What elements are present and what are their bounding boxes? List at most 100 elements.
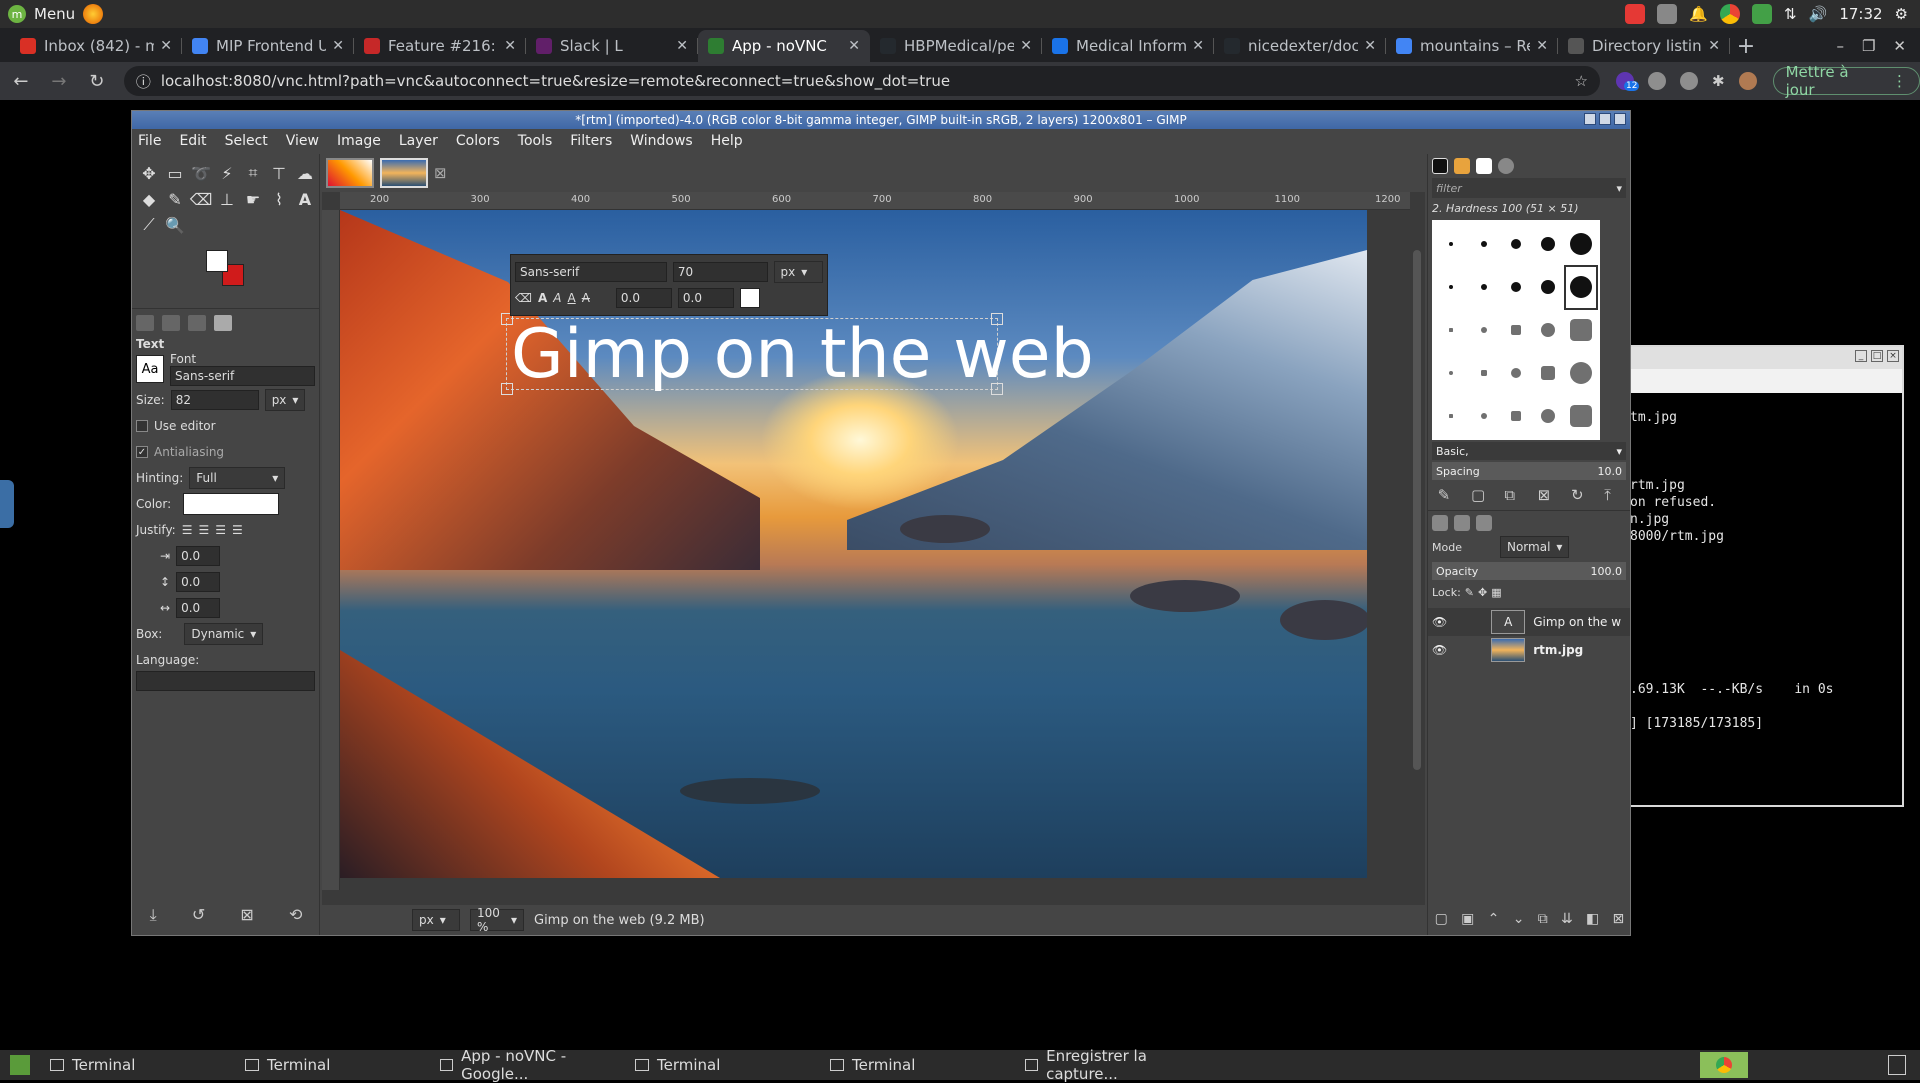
menu-layer[interactable]: Layer (399, 133, 438, 149)
restore-preset-icon[interactable]: ↺ (192, 905, 205, 925)
image-tab-thumbnail[interactable] (326, 158, 374, 188)
channels-tab-icon[interactable] (1454, 514, 1470, 531)
mask-layer-icon[interactable]: ◧ (1586, 911, 1599, 927)
foreground-color-swatch[interactable] (206, 250, 228, 272)
zoom-icon[interactable]: 🔍 (162, 212, 188, 238)
brush-swatch[interactable] (1533, 224, 1563, 265)
terminal-window[interactable]: _ □ × tm.jpg rtm.jpg on refused. n.jpg 8… (1628, 345, 1904, 807)
menu-edit[interactable]: Edit (179, 133, 206, 149)
taskbar-item[interactable]: Terminal (235, 1047, 430, 1083)
paths-tab-icon[interactable] (1476, 514, 1492, 531)
brush-swatch[interactable] (1436, 267, 1466, 308)
minimize-icon[interactable]: – (1836, 37, 1844, 55)
brush-swatch[interactable] (1566, 395, 1596, 436)
open-as-image-icon[interactable]: ⤒ (1604, 486, 1620, 504)
vertical-scrollbar[interactable] (1411, 210, 1423, 890)
opacity-slider[interactable]: Opacity 100.0 (1432, 562, 1626, 580)
zoom-select[interactable]: 100 % ▾ (470, 906, 524, 934)
lasso-icon[interactable]: ➰ (188, 160, 214, 186)
menu-tools[interactable]: Tools (518, 133, 553, 149)
browser-tab[interactable]: MIP Frontend U ✕ (182, 30, 354, 62)
browser-tab[interactable]: Medical Informa ✕ (1042, 30, 1214, 62)
show-desktop-icon[interactable] (10, 1055, 30, 1075)
tab-close-icon[interactable]: ✕ (1020, 38, 1032, 54)
visibility-eye-icon[interactable]: 👁 (1432, 615, 1447, 629)
brush-swatch[interactable] (1566, 310, 1596, 351)
brush-swatch[interactable] (1501, 395, 1531, 436)
tab-close-icon[interactable]: ✕ (504, 38, 516, 54)
horizontal-scrollbar[interactable] (340, 893, 1400, 903)
brush-swatch[interactable] (1533, 395, 1563, 436)
baseline-input[interactable]: 0.0 (615, 288, 672, 308)
browser-tab[interactable]: Feature #216: C ✕ (354, 30, 526, 62)
delete-preset-icon[interactable]: ⊠ (240, 905, 253, 925)
trash-icon[interactable] (1888, 1055, 1906, 1075)
brush-swatch[interactable] (1436, 224, 1466, 265)
system-menu-button[interactable]: m Menu (0, 4, 104, 24)
style-font-input[interactable]: Sans-serif (515, 262, 667, 282)
rect-select-icon[interactable]: ▭ (162, 160, 188, 186)
maximize-icon[interactable]: □ (1871, 350, 1883, 362)
brush-swatch[interactable] (1468, 267, 1498, 308)
clone-icon[interactable]: ⊥ (214, 186, 240, 212)
brush-swatch[interactable] (1566, 352, 1596, 393)
raise-layer-icon[interactable]: ⌃ (1488, 911, 1500, 927)
device-status-tab-icon[interactable] (162, 315, 180, 331)
brush-swatch[interactable] (1436, 395, 1466, 436)
vertical-ruler[interactable] (322, 210, 340, 890)
terminal-titlebar[interactable]: _ □ × (1630, 347, 1902, 369)
reload-icon[interactable]: ↻ (86, 71, 108, 92)
paths-icon[interactable]: ⌇ (266, 186, 292, 212)
line-spacing-input[interactable]: 0.0 (176, 572, 221, 592)
minimize-icon[interactable]: _ (1855, 350, 1867, 362)
brush-swatch[interactable] (1468, 310, 1498, 351)
volume-icon[interactable]: 🔊 (1809, 5, 1828, 23)
paintbrush-icon[interactable]: ✎ (162, 186, 188, 212)
text-tool-icon[interactable]: A (292, 186, 318, 212)
tab-close-icon[interactable]: ✕ (676, 38, 688, 54)
color-picker-icon[interactable]: ⟋ (136, 212, 162, 238)
maximize-icon[interactable] (1599, 113, 1611, 125)
layer-row[interactable]: 👁 rtm.jpg (1428, 636, 1630, 664)
menu-file[interactable]: File (138, 133, 161, 149)
update-button[interactable]: Mettre à jour ⋮ (1772, 63, 1920, 99)
camera-icon[interactable] (1647, 72, 1666, 90)
duplicate-brush-icon[interactable]: ⧉ (1504, 486, 1520, 504)
chrome-tray-icon[interactable] (1720, 4, 1741, 24)
smudge-icon[interactable]: ☛ (240, 186, 266, 212)
style-size-input[interactable]: 70 (672, 262, 768, 282)
eraser-icon[interactable]: ⌫ (188, 186, 214, 212)
patterns-tab-icon[interactable] (1454, 158, 1470, 174)
warp-icon[interactable]: ☁ (292, 160, 318, 186)
avatar[interactable] (1738, 72, 1757, 90)
taskbar-item[interactable]: Enregistrer la capture... (1015, 1047, 1210, 1083)
style-color-swatch[interactable] (739, 288, 760, 308)
text-layer-box[interactable]: Gimp on the web (501, 313, 1094, 395)
lock-alpha-icon[interactable]: ▦ (1491, 586, 1501, 599)
size-unit-select[interactable]: px ▾ (264, 389, 306, 411)
kebab-menu-icon[interactable]: ⋮ (1892, 72, 1907, 90)
taskbar-item[interactable]: Terminal (40, 1047, 235, 1083)
browser-tab[interactable]: nicedexter/doc ✕ (1214, 30, 1386, 62)
brush-swatch[interactable] (1501, 224, 1531, 265)
horizontal-ruler[interactable]: 200 300 400 500 600 700 800 900 1000 1100 1200 (340, 192, 1410, 210)
browser-tab[interactable]: Inbox (842) - ma ✕ (10, 30, 182, 62)
new-brush-icon[interactable]: ▢ (1471, 486, 1487, 504)
letter-spacing-input[interactable]: 0.0 (176, 598, 221, 618)
shield-check-icon[interactable] (1752, 4, 1773, 24)
close-icon[interactable]: × (1887, 350, 1899, 362)
fonts-tab-icon[interactable] (1476, 158, 1492, 174)
forward-icon[interactable]: → (48, 71, 70, 92)
canvas-image[interactable]: Gimp on the web (340, 210, 1367, 878)
merge-layer-icon[interactable]: ⇊ (1561, 911, 1573, 927)
canvas-text[interactable]: Gimp on the web (511, 319, 1094, 391)
brush-swatch[interactable] (1533, 310, 1563, 351)
brush-swatch[interactable] (1468, 224, 1498, 265)
delete-brush-icon[interactable]: ⊠ (1538, 486, 1554, 504)
duplicate-layer-icon[interactable]: ⧉ (1538, 911, 1548, 927)
justify-right-icon[interactable]: ☰ (199, 523, 210, 537)
menu-image[interactable]: Image (337, 133, 381, 149)
brush-filter[interactable]: filter ▾ (1432, 178, 1626, 198)
strikethrough-icon[interactable]: A (582, 291, 590, 305)
close-image-tab-icon[interactable]: ⊠ (434, 164, 447, 182)
